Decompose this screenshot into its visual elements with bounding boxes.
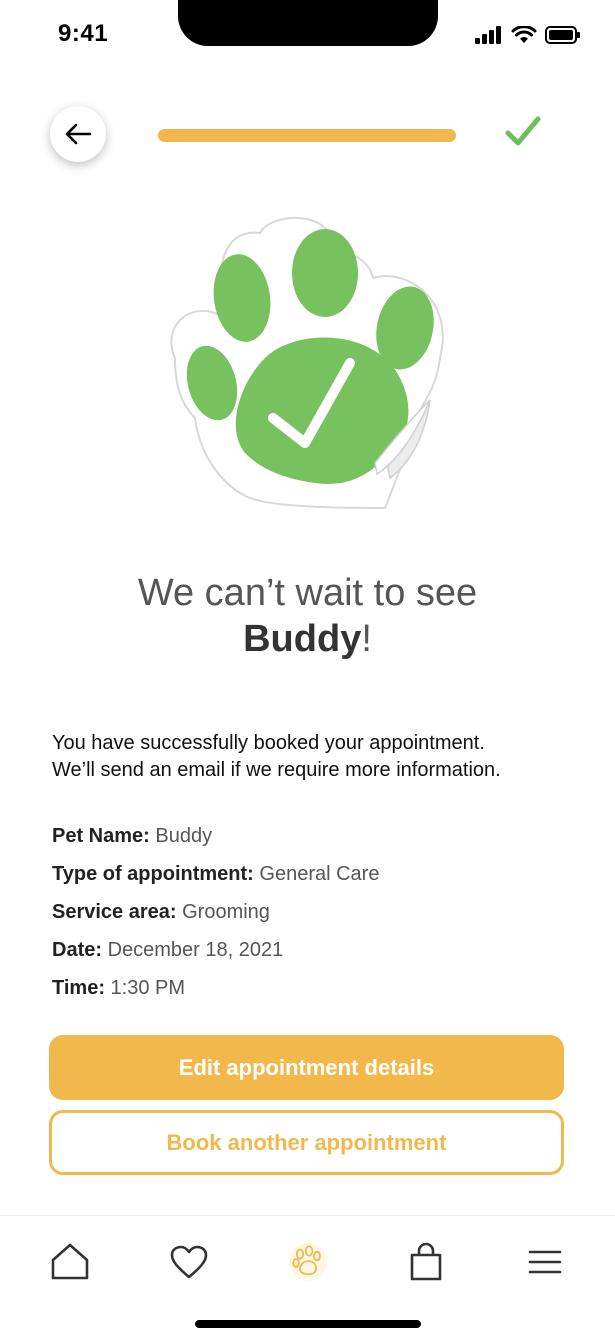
tab-favorites[interactable] bbox=[167, 1240, 211, 1284]
signal-icon bbox=[475, 26, 501, 44]
headline-pet-line: Buddy! bbox=[0, 616, 615, 662]
confirmation-message: You have successfully booked your appoin… bbox=[52, 730, 582, 784]
detail-pet-name: Pet Name: Buddy bbox=[52, 822, 572, 860]
detail-value: December 18, 2021 bbox=[107, 939, 284, 961]
heart-icon bbox=[170, 1245, 208, 1279]
headline-punct: ! bbox=[361, 618, 372, 660]
back-button[interactable] bbox=[50, 106, 106, 162]
headline-line: We can’t wait to see bbox=[137, 572, 478, 614]
check-icon bbox=[505, 116, 541, 146]
book-another-appointment-button[interactable]: Book another appointment bbox=[49, 1110, 564, 1175]
tab-shop[interactable] bbox=[404, 1240, 448, 1284]
paw-check-sticker-icon bbox=[170, 216, 444, 510]
detail-label: Pet Name: bbox=[52, 825, 150, 847]
detail-time: Time: 1:30 PM bbox=[52, 974, 572, 1012]
message-line-2: We’ll send an email if we require more i… bbox=[52, 759, 501, 781]
appointment-details: Pet Name: Buddy Type of appointment: Gen… bbox=[52, 822, 572, 1012]
detail-date: Date: December 18, 2021 bbox=[52, 936, 572, 974]
arrow-left-icon bbox=[65, 123, 92, 145]
detail-label: Date: bbox=[52, 939, 103, 961]
detail-value: General Care bbox=[259, 863, 380, 885]
detail-service-area: Service area: Grooming bbox=[52, 898, 572, 936]
detail-value: 1:30 PM bbox=[110, 977, 186, 999]
detail-label: Service area: bbox=[52, 901, 177, 923]
detail-label: Time: bbox=[52, 977, 105, 999]
home-indicator bbox=[195, 1320, 421, 1328]
detail-label: Type of appointment: bbox=[52, 863, 254, 885]
progress-bar bbox=[158, 129, 456, 142]
edit-appointment-button[interactable]: Edit appointment details bbox=[49, 1035, 564, 1100]
status-icons bbox=[475, 26, 581, 44]
confirmation-headline: We can’t wait to see Buddy! bbox=[0, 570, 615, 662]
detail-appointment-type: Type of appointment: General Care bbox=[52, 860, 572, 898]
notch bbox=[178, 0, 438, 46]
bag-icon bbox=[410, 1242, 442, 1281]
home-icon bbox=[51, 1243, 89, 1280]
status-time: 9:41 bbox=[58, 20, 109, 47]
paw-icon bbox=[289, 1243, 327, 1281]
detail-value: Buddy bbox=[155, 825, 213, 847]
wifi-icon bbox=[511, 26, 537, 43]
tab-appointments[interactable] bbox=[286, 1240, 330, 1284]
headline-pet-name: Buddy bbox=[243, 618, 362, 660]
detail-value: Grooming bbox=[182, 901, 270, 923]
tab-menu[interactable] bbox=[523, 1240, 567, 1284]
tab-home[interactable] bbox=[48, 1240, 92, 1284]
message-line-1: You have successfully booked your appoin… bbox=[52, 732, 485, 754]
menu-icon bbox=[528, 1250, 562, 1274]
battery-icon bbox=[545, 26, 580, 44]
status-bar: 9:41 bbox=[0, 0, 615, 70]
